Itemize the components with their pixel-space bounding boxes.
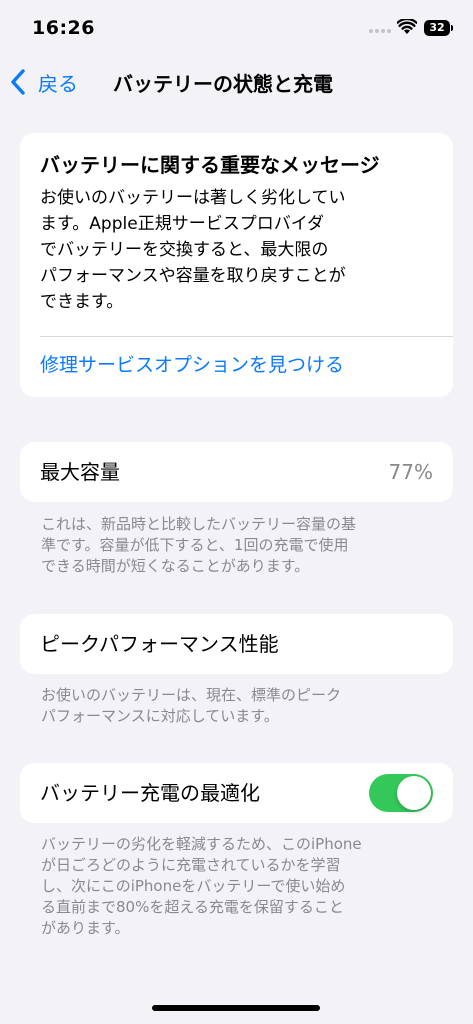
optimized-charging-row: バッテリー充電の最適化 (20, 763, 453, 823)
max-capacity-label: 最大容量 (40, 460, 120, 484)
message-title: バッテリーに関する重要なメッセージ (40, 153, 380, 177)
back-label: 戻る (38, 71, 78, 96)
navigation-bar: 戻る バッテリーの状態と充電 (0, 56, 473, 108)
message-line: ます。Apple正規サービスプロバイダ (40, 214, 325, 234)
footnote-line: が日ごろどのように充電されているかを学習 (41, 856, 341, 874)
page-title: バッテリーの状態と充電 (113, 72, 333, 96)
message-body: お使いのバッテリーは著しく劣化してい ます。Apple正規サービスプロバイダ で… (40, 185, 436, 315)
home-indicator[interactable] (152, 1005, 320, 1011)
divider (40, 336, 453, 337)
chevron-left-icon (11, 69, 25, 95)
peak-performance-label: ピークパフォーマンス性能 (40, 632, 279, 656)
footnote-line: があります。 (41, 919, 130, 937)
footnote-line: パフォーマンスに対応しています。 (41, 707, 279, 725)
battery-level: 32 (424, 20, 450, 36)
peak-performance-footnote: お使いのバッテリーは、現在、標準のピーク パフォーマンスに対応しています。 (41, 685, 436, 727)
wifi-icon (397, 19, 417, 34)
footnote-line: し、次にこのiPhoneをバッテリーで使い始め (41, 877, 346, 895)
optimized-charging-toggle[interactable] (369, 774, 433, 812)
battery-health-screen: 16:26 32 戻る バッテリーの状態と充電 バッテリーに関する重要なメッセー… (0, 0, 473, 1024)
optimized-charging-footnote: バッテリーの劣化を軽減するため、このiPhone が日ごろどのように充電されてい… (41, 834, 436, 939)
max-capacity-row: 最大容量 77% (20, 442, 453, 502)
status-bar: 16:26 32 (0, 0, 473, 56)
battery-icon: 32 (424, 20, 454, 36)
footnote-line: 準です。容量が低下すると、1回の充電で使用 (41, 536, 349, 554)
footnote-line: できる時間が短くなることがあります。 (41, 557, 310, 575)
max-capacity-value: 77% (388, 460, 433, 484)
optimized-charging-label: バッテリー充電の最適化 (40, 781, 260, 805)
signal-icon (369, 29, 391, 33)
message-line: お使いのバッテリーは著しく劣化してい (40, 188, 346, 208)
toggle-knob (397, 776, 431, 810)
battery-message-card: バッテリーに関する重要なメッセージ お使いのバッテリーは著しく劣化してい ます。… (20, 133, 453, 397)
footnote-line: る直前まで80%を超える充電を保留すること (41, 898, 344, 916)
footnote-line: バッテリーの劣化を軽減するため、このiPhone (41, 835, 362, 853)
footnote-line: これは、新品時と比較したバッテリー容量の基 (41, 515, 357, 533)
peak-performance-row: ピークパフォーマンス性能 (20, 614, 453, 674)
status-time: 16:26 (32, 17, 95, 39)
message-line: パフォーマンスや容量を取り戻すことが (40, 266, 346, 286)
message-line: でバッテリーを交換すると、最大限の (40, 240, 329, 260)
find-repair-options-link[interactable]: 修理サービスオプションを見つける (40, 350, 344, 377)
footnote-line: お使いのバッテリーは、現在、標準のピーク (41, 686, 342, 704)
message-line: できます。 (40, 292, 124, 312)
back-button[interactable]: 戻る (10, 66, 78, 98)
max-capacity-footnote: これは、新品時と比較したバッテリー容量の基 準です。容量が低下すると、1回の充電… (41, 514, 436, 577)
